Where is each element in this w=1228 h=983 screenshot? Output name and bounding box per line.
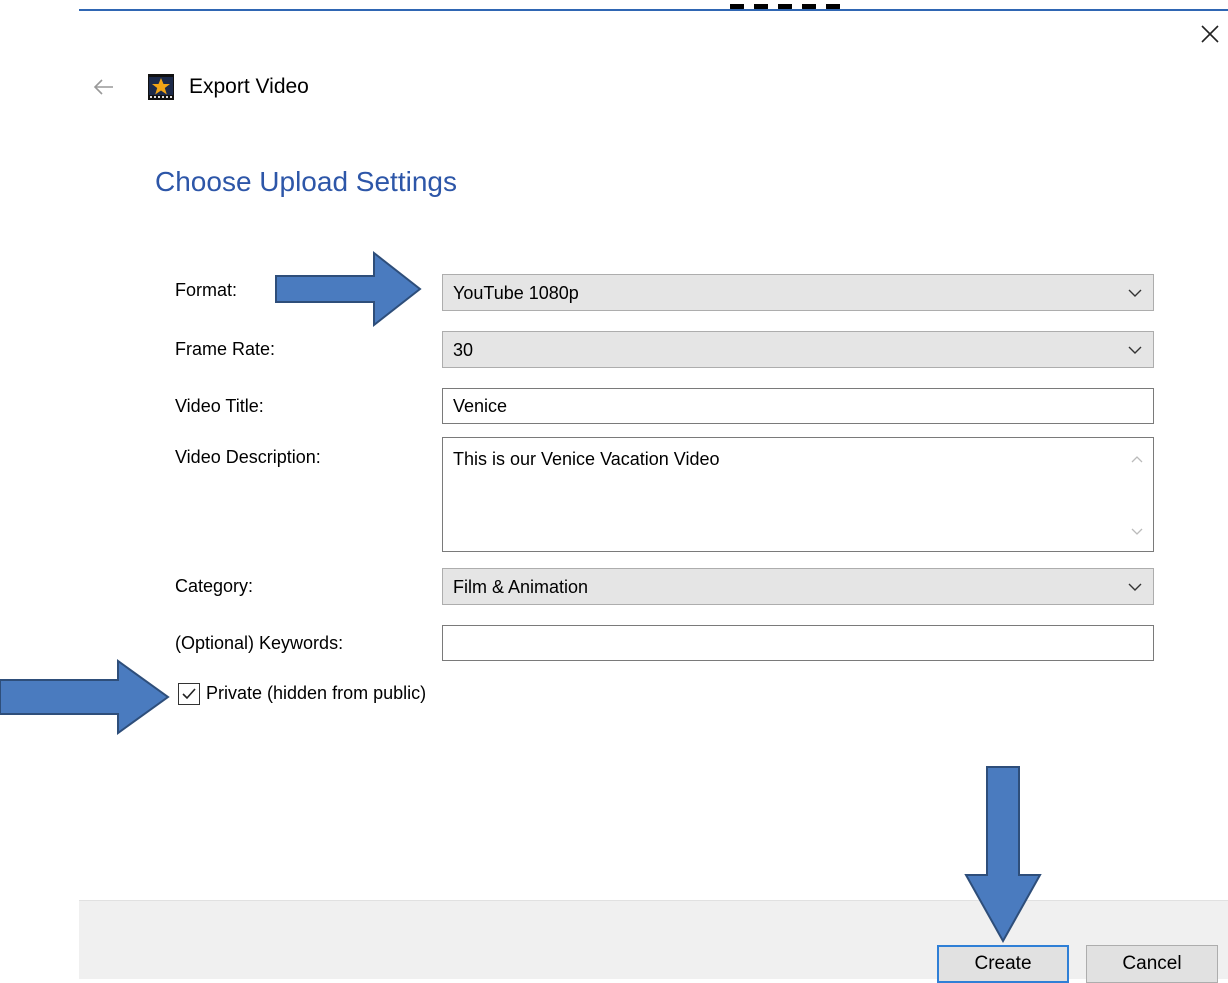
- chevron-down-icon: [1128, 289, 1142, 297]
- annotation-arrow-create: [964, 766, 1042, 944]
- private-checkbox-label[interactable]: Private (hidden from public): [206, 683, 426, 704]
- cancel-button[interactable]: Cancel: [1086, 945, 1218, 983]
- format-value: YouTube 1080p: [453, 283, 579, 303]
- page-heading: Choose Upload Settings: [155, 166, 457, 197]
- close-icon[interactable]: [1196, 20, 1224, 48]
- scroll-down-icon[interactable]: [1129, 525, 1145, 539]
- format-dropdown[interactable]: YouTube 1080p: [442, 274, 1154, 311]
- video-title-input[interactable]: Venice: [442, 388, 1154, 424]
- annotation-arrow-format: [275, 250, 422, 328]
- video-title-value: Venice: [453, 396, 508, 416]
- star-film-icon: [148, 74, 174, 100]
- private-checkbox[interactable]: [178, 683, 200, 705]
- chevron-down-icon: [1128, 346, 1142, 354]
- keywords-label: (Optional) Keywords:: [175, 633, 344, 653]
- keywords-input[interactable]: [442, 625, 1154, 661]
- category-value: Film & Animation: [453, 577, 589, 597]
- video-description-label: Video Description:: [175, 447, 321, 467]
- frame-rate-value: 30: [453, 340, 474, 360]
- back-arrow-icon[interactable]: [92, 76, 116, 98]
- annotation-arrow-private: [0, 659, 170, 735]
- window-top-accent-line: [79, 9, 1228, 11]
- create-button[interactable]: Create: [937, 945, 1069, 983]
- frame-rate-dropdown[interactable]: 30: [442, 331, 1154, 368]
- video-title-label: Video Title:: [175, 396, 264, 416]
- window-title: Export Video: [189, 75, 309, 98]
- format-label: Format:: [175, 280, 238, 300]
- frame-rate-label: Frame Rate:: [175, 339, 276, 359]
- scroll-up-icon[interactable]: [1129, 452, 1145, 466]
- category-dropdown[interactable]: Film & Animation: [442, 568, 1154, 605]
- cropped-title-fragment: [730, 0, 870, 9]
- category-label: Category:: [175, 576, 254, 596]
- checkmark-icon: [182, 688, 196, 700]
- video-description-value: This is our Venice Vacation Video: [453, 449, 720, 469]
- chevron-down-icon: [1128, 583, 1142, 591]
- video-description-textarea[interactable]: This is our Venice Vacation Video: [442, 437, 1154, 552]
